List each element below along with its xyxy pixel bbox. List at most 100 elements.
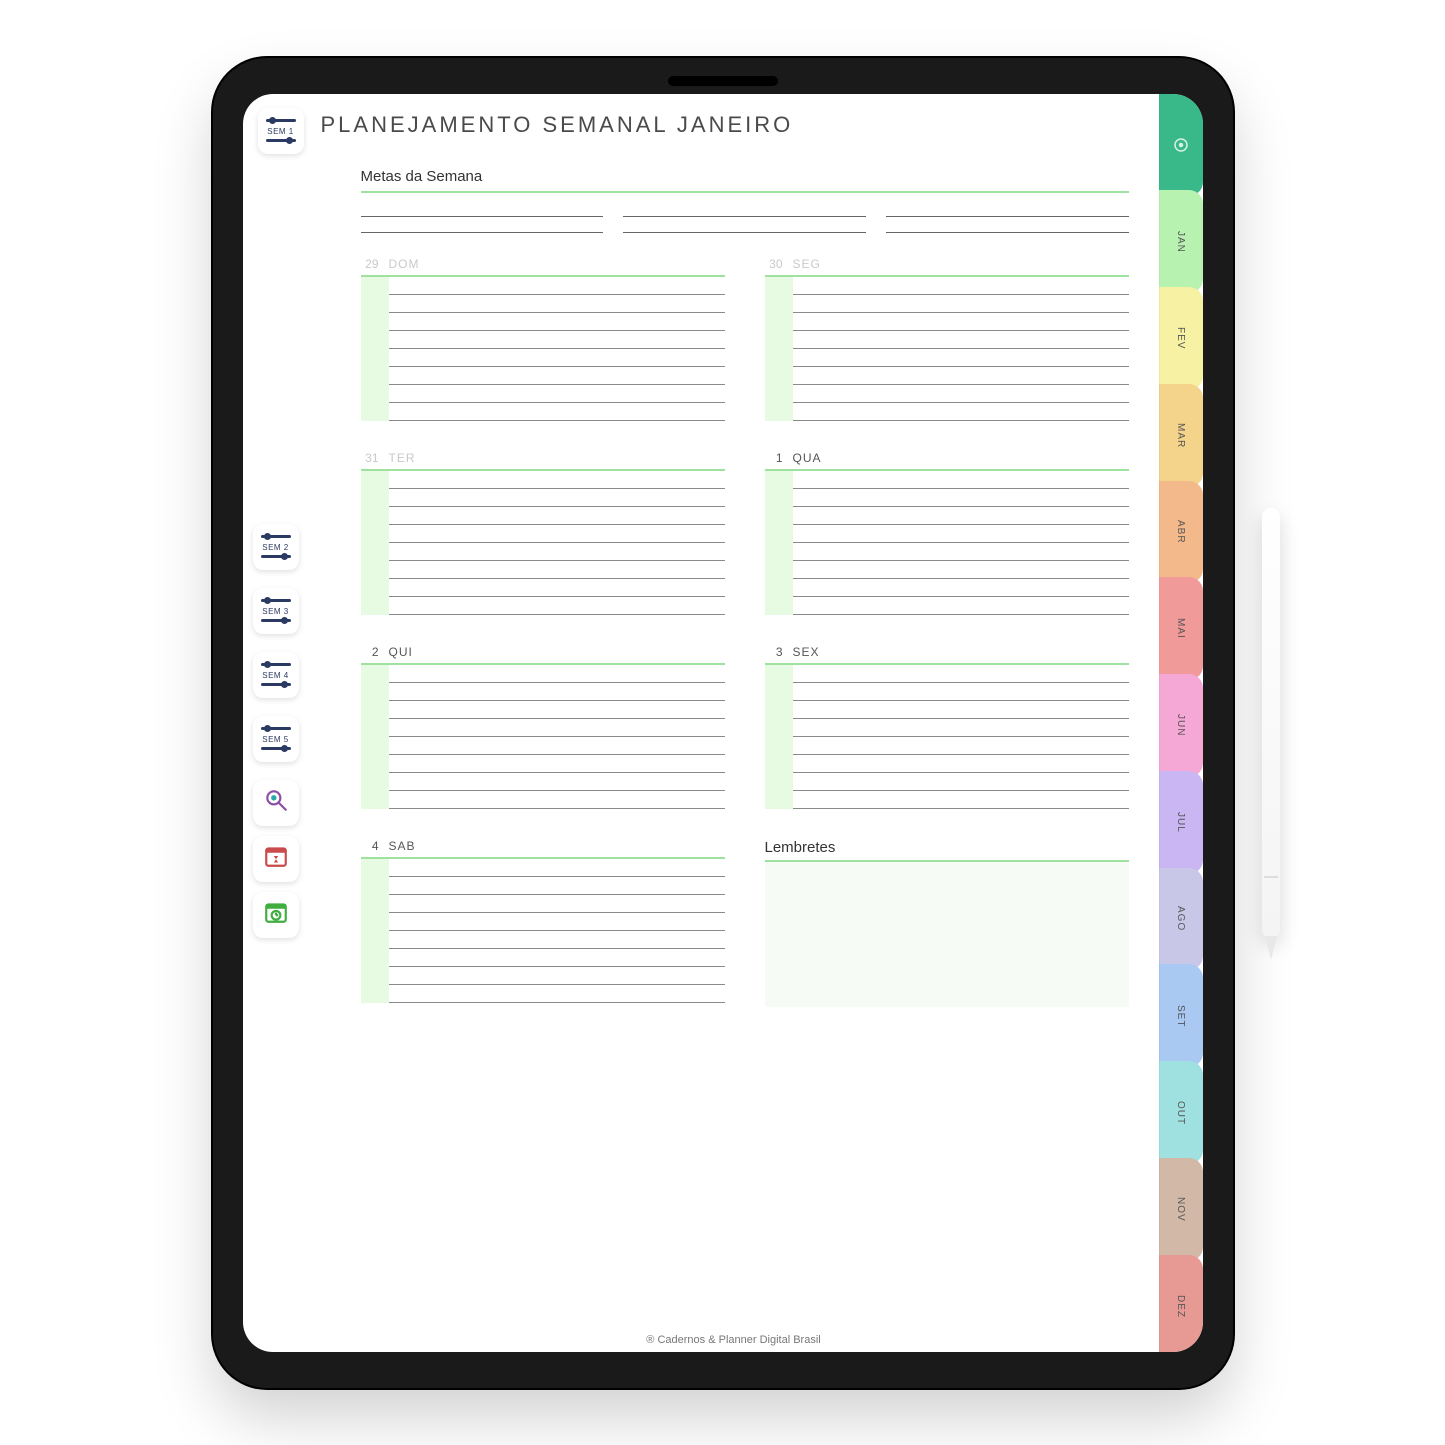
writing-line[interactable] bbox=[389, 665, 725, 683]
writing-line[interactable] bbox=[793, 349, 1129, 367]
day-of-week: QUA bbox=[793, 451, 822, 465]
tab-nov[interactable]: NOV bbox=[1159, 1158, 1203, 1261]
metas-lines[interactable] bbox=[361, 201, 1129, 233]
week-button[interactable]: SEM 4 bbox=[253, 652, 299, 698]
tab-jun[interactable]: JUN bbox=[1159, 674, 1203, 777]
tab-set[interactable]: SET bbox=[1159, 964, 1203, 1067]
writing-line[interactable] bbox=[389, 561, 725, 579]
metas-column[interactable] bbox=[623, 201, 866, 233]
writing-line[interactable] bbox=[389, 471, 725, 489]
writing-line[interactable] bbox=[389, 737, 725, 755]
tab-jul[interactable]: JUL bbox=[1159, 771, 1203, 874]
writing-line[interactable] bbox=[623, 201, 866, 217]
calendar-timer-button[interactable] bbox=[253, 836, 299, 882]
tab-fev[interactable]: FEV bbox=[1159, 287, 1203, 390]
writing-line[interactable] bbox=[793, 683, 1129, 701]
day-lines[interactable] bbox=[389, 859, 725, 1003]
tab-home[interactable] bbox=[1159, 94, 1203, 197]
writing-line[interactable] bbox=[793, 313, 1129, 331]
writing-line[interactable] bbox=[793, 385, 1129, 403]
writing-line[interactable] bbox=[793, 719, 1129, 737]
metas-column[interactable] bbox=[361, 201, 604, 233]
writing-line[interactable] bbox=[389, 701, 725, 719]
writing-line[interactable] bbox=[389, 543, 725, 561]
writing-line[interactable] bbox=[389, 985, 725, 1003]
writing-line[interactable] bbox=[389, 403, 725, 421]
tab-jan[interactable]: JAN bbox=[1159, 190, 1203, 293]
writing-line[interactable] bbox=[389, 597, 725, 615]
sliders-icon bbox=[261, 727, 291, 730]
writing-line[interactable] bbox=[793, 507, 1129, 525]
writing-line[interactable] bbox=[389, 489, 725, 507]
metas-column[interactable] bbox=[886, 201, 1129, 233]
day-of-week: QUI bbox=[389, 645, 413, 659]
writing-line[interactable] bbox=[389, 507, 725, 525]
day-gutter bbox=[361, 859, 389, 1003]
writing-line[interactable] bbox=[389, 683, 725, 701]
writing-line[interactable] bbox=[389, 859, 725, 877]
writing-line[interactable] bbox=[389, 719, 725, 737]
writing-line[interactable] bbox=[793, 403, 1129, 421]
current-week-badge[interactable]: SEM 1 bbox=[258, 108, 304, 154]
tab-ago[interactable]: AGO bbox=[1159, 868, 1203, 971]
writing-line[interactable] bbox=[361, 217, 604, 233]
writing-line[interactable] bbox=[389, 791, 725, 809]
writing-line[interactable] bbox=[793, 471, 1129, 489]
writing-line[interactable] bbox=[389, 579, 725, 597]
writing-line[interactable] bbox=[389, 967, 725, 985]
day-lines[interactable] bbox=[389, 665, 725, 809]
day-lines[interactable] bbox=[389, 277, 725, 421]
tab-dez[interactable]: DEZ bbox=[1159, 1255, 1203, 1352]
tab-mar[interactable]: MAR bbox=[1159, 384, 1203, 487]
day-lines[interactable] bbox=[793, 471, 1129, 615]
day-lines[interactable] bbox=[793, 665, 1129, 809]
writing-line[interactable] bbox=[389, 755, 725, 773]
writing-line[interactable] bbox=[793, 755, 1129, 773]
writing-line[interactable] bbox=[389, 949, 725, 967]
day-lines[interactable] bbox=[389, 471, 725, 615]
tab-abr[interactable]: ABR bbox=[1159, 481, 1203, 584]
writing-line[interactable] bbox=[389, 349, 725, 367]
writing-line[interactable] bbox=[793, 367, 1129, 385]
left-rail: SEM 1 SEM 2 SEM 3 SEM 4 SEM 5 bbox=[243, 94, 309, 1352]
day-lines[interactable] bbox=[793, 277, 1129, 421]
writing-line[interactable] bbox=[793, 561, 1129, 579]
writing-line[interactable] bbox=[793, 791, 1129, 809]
writing-line[interactable] bbox=[389, 773, 725, 791]
writing-line[interactable] bbox=[361, 201, 604, 217]
writing-line[interactable] bbox=[793, 295, 1129, 313]
writing-line[interactable] bbox=[389, 525, 725, 543]
writing-line[interactable] bbox=[793, 773, 1129, 791]
week-button[interactable]: SEM 3 bbox=[253, 588, 299, 634]
writing-line[interactable] bbox=[793, 579, 1129, 597]
writing-line[interactable] bbox=[793, 489, 1129, 507]
reminders-box[interactable] bbox=[765, 862, 1129, 1007]
writing-line[interactable] bbox=[793, 277, 1129, 295]
writing-line[interactable] bbox=[389, 385, 725, 403]
tab-out[interactable]: OUT bbox=[1159, 1061, 1203, 1164]
week-button[interactable]: SEM 5 bbox=[253, 716, 299, 762]
writing-line[interactable] bbox=[793, 665, 1129, 683]
writing-line[interactable] bbox=[793, 737, 1129, 755]
writing-line[interactable] bbox=[389, 895, 725, 913]
writing-line[interactable] bbox=[886, 201, 1129, 217]
writing-line[interactable] bbox=[793, 525, 1129, 543]
writing-line[interactable] bbox=[389, 931, 725, 949]
writing-line[interactable] bbox=[623, 217, 866, 233]
writing-line[interactable] bbox=[389, 295, 725, 313]
writing-line[interactable] bbox=[389, 913, 725, 931]
writing-line[interactable] bbox=[793, 543, 1129, 561]
writing-line[interactable] bbox=[886, 217, 1129, 233]
writing-line[interactable] bbox=[793, 331, 1129, 349]
tab-mai[interactable]: MAI bbox=[1159, 577, 1203, 680]
week-button[interactable]: SEM 2 bbox=[253, 524, 299, 570]
writing-line[interactable] bbox=[793, 701, 1129, 719]
writing-line[interactable] bbox=[389, 367, 725, 385]
writing-line[interactable] bbox=[389, 877, 725, 895]
writing-line[interactable] bbox=[793, 597, 1129, 615]
writing-line[interactable] bbox=[389, 331, 725, 349]
calendar-alarm-button[interactable] bbox=[253, 892, 299, 938]
writing-line[interactable] bbox=[389, 277, 725, 295]
writing-line[interactable] bbox=[389, 313, 725, 331]
search-target-button[interactable] bbox=[253, 780, 299, 826]
